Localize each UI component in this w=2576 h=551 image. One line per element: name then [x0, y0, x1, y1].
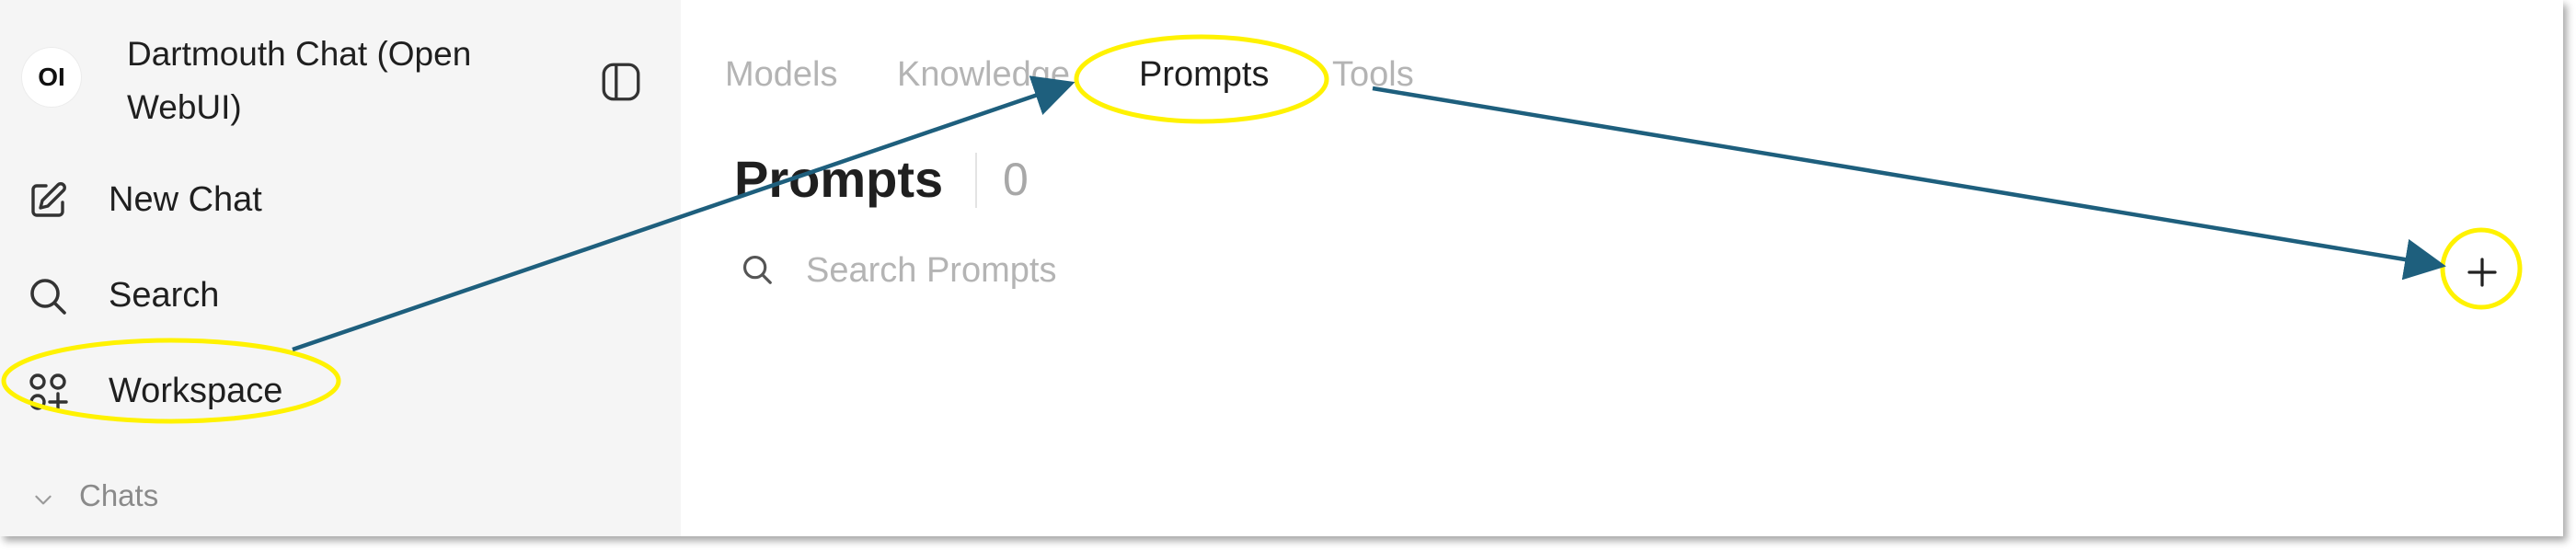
sidebar-item-label: Workspace [109, 372, 283, 410]
annotation-arrow [1372, 86, 2446, 281]
tab-knowledge[interactable]: Knowledge [897, 55, 1070, 95]
app-logo[interactable]: OI [22, 48, 81, 107]
sidebar-item-label: New Chat [109, 180, 262, 219]
sidebar-item-label: Search [109, 276, 220, 315]
page-title: Prompts [734, 150, 944, 208]
search-icon [30, 279, 66, 315]
sidebar-item-new-chat[interactable]: New Chat [0, 162, 681, 235]
prompt-count: 0 [1003, 154, 1029, 205]
edit-icon [31, 182, 66, 217]
workspace-icon [29, 373, 68, 412]
search-prompts-input[interactable] [806, 243, 2370, 298]
tab-prompts[interactable]: Prompts [1139, 55, 1269, 95]
plus-icon [2467, 258, 2497, 287]
app-title: Dartmouth Chat (Open WebUI) [127, 35, 472, 126]
app-window: OI Dartmouth Chat (Open WebUI) New Chat … [0, 0, 2563, 536]
chevron-down-icon [35, 495, 52, 505]
sidebar-item-workspace[interactable]: Workspace [0, 353, 681, 427]
title-divider [975, 153, 977, 208]
chats-group-label: Chats [79, 478, 159, 512]
add-prompt-button[interactable] [2456, 247, 2508, 298]
sidebar: OI Dartmouth Chat (Open WebUI) New Chat … [0, 0, 681, 536]
sidebar-toggle-icon[interactable] [598, 59, 644, 105]
search-icon [742, 255, 772, 284]
tab-models[interactable]: Models [725, 55, 838, 95]
sidebar-item-search[interactable]: Search [0, 258, 681, 331]
tab-tools[interactable]: Tools [1332, 55, 1414, 95]
